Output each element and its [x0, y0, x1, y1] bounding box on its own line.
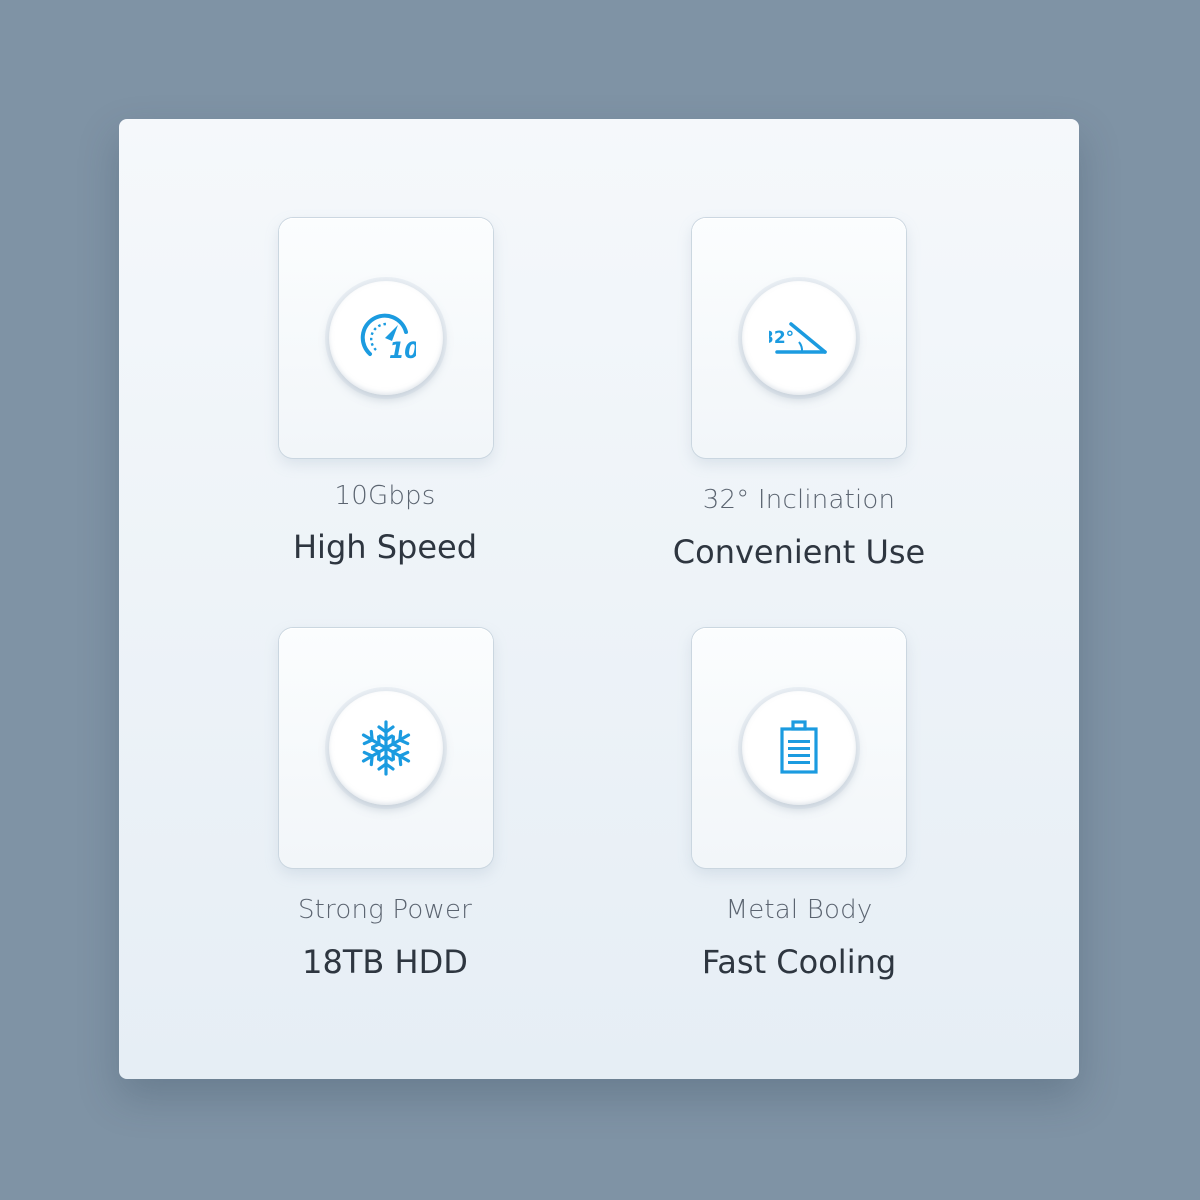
icon-circle: 32° [742, 281, 856, 395]
battery-icon [780, 720, 818, 774]
icon-circle: 10 [329, 281, 443, 395]
feature-title: Convenient Use [672, 533, 926, 571]
feature-subtitle: 32° Inclination [702, 485, 896, 515]
feature-tile [692, 628, 906, 868]
feature-convenient-use: 32° 32° Inclination Convenient Use [669, 217, 929, 577]
feature-title: 18TB HDD [302, 943, 468, 981]
speedometer-icon: 10 [360, 313, 416, 364]
inclination-icon-label: 32° [769, 328, 794, 348]
feature-tile [279, 628, 493, 868]
feature-fast-cooling: Metal Body Fast Cooling [669, 627, 929, 987]
snowflake-icon [358, 720, 414, 776]
feature-subtitle: Strong Power [297, 895, 473, 925]
feature-subtitle: Metal Body [725, 895, 873, 925]
feature-18tb-hdd: Strong Power 18TB HDD [255, 627, 515, 987]
features-panel: 10 10Gbps High Speed 32° 32° Inclination… [119, 119, 1079, 1079]
feature-tile: 32° [692, 218, 906, 458]
feature-high-speed: 10 10Gbps High Speed [255, 217, 515, 577]
speedometer-icon-label: 10 [389, 339, 416, 364]
feature-tile: 10 [279, 218, 493, 458]
feature-subtitle: 10Gbps [334, 481, 436, 511]
icon-circle [329, 691, 443, 805]
icon-circle [742, 691, 856, 805]
inclination-angle-icon: 32° [769, 322, 827, 354]
feature-title: High Speed [292, 528, 478, 566]
feature-title: Fast Cooling [701, 943, 897, 981]
